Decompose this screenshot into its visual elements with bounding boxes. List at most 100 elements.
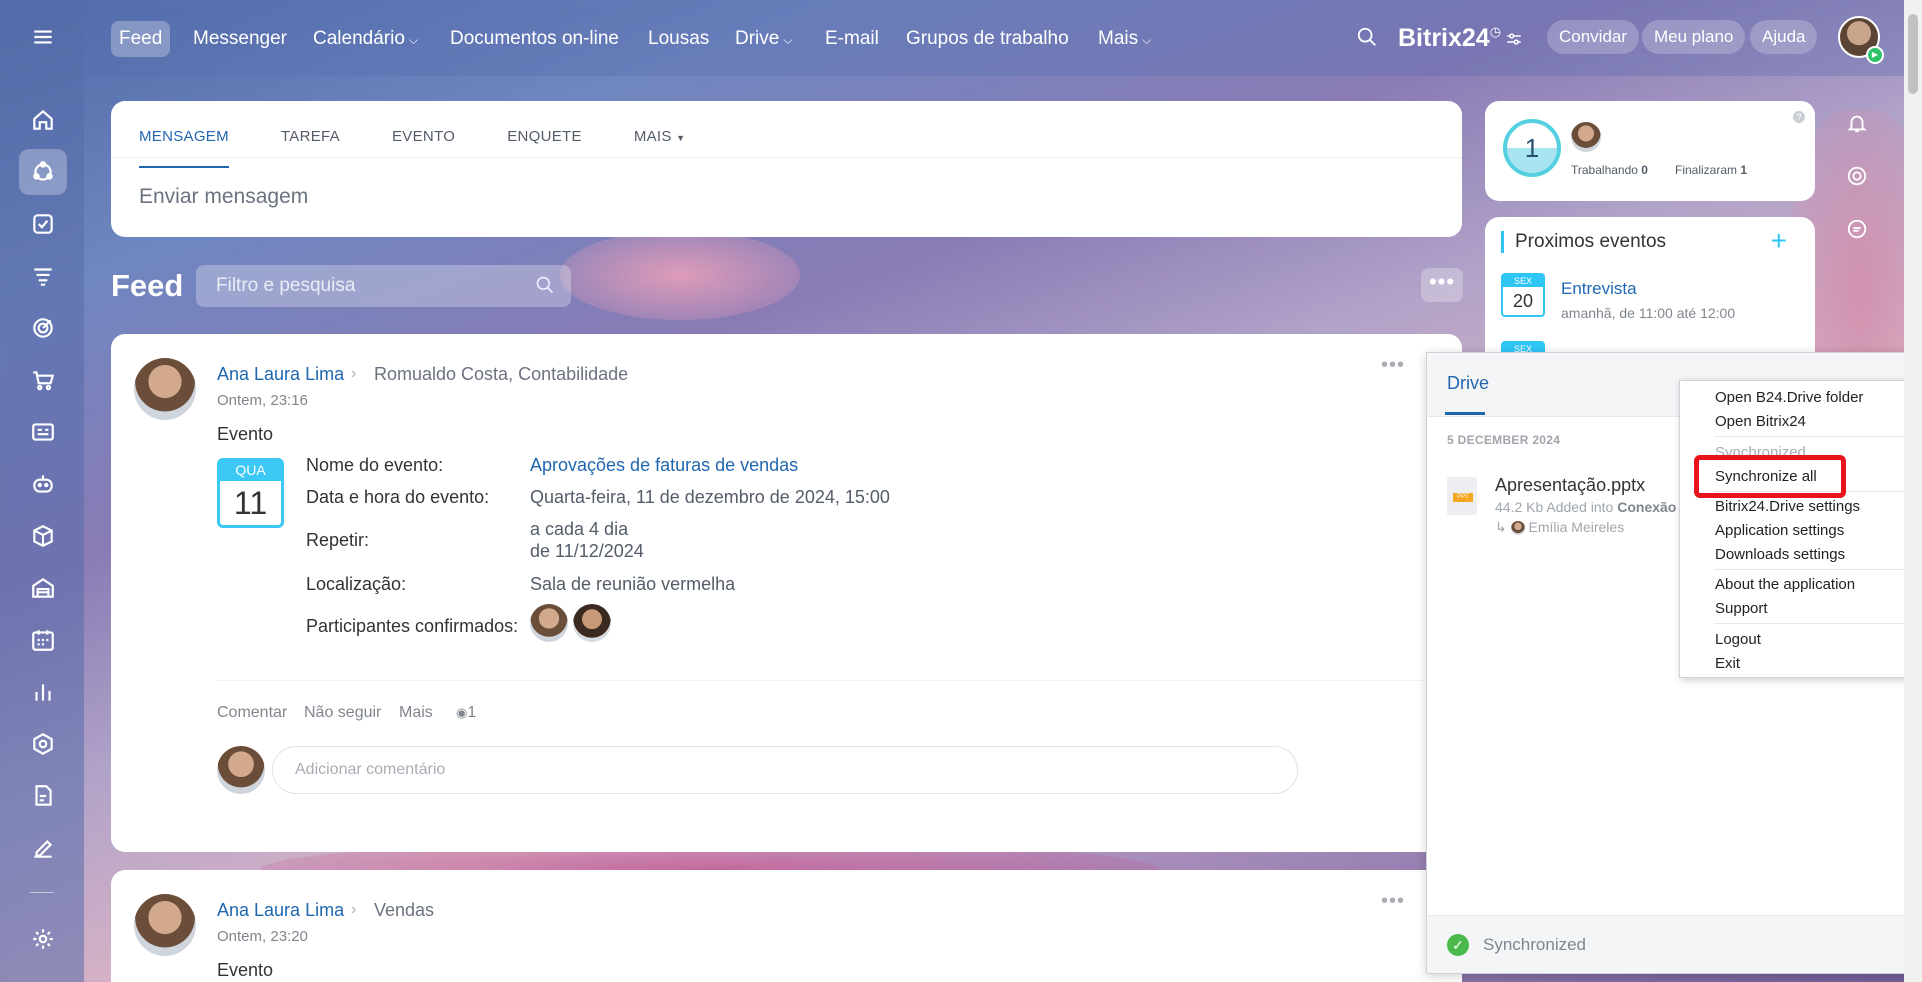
settings-icon[interactable] [19,916,67,962]
bell-icon[interactable] [1846,112,1868,134]
nav-messenger-label: Messenger [193,28,287,49]
nav-more[interactable]: Mais ⌵ [1090,21,1159,57]
post-recipients[interactable]: Romualdo Costa, Contabilidade [374,364,628,385]
menu-about[interactable]: About the application [1715,576,1855,593]
crm-icon[interactable] [19,253,67,299]
participant-avatar[interactable] [530,604,568,642]
post-type: Evento [217,960,274,980]
nav-email[interactable]: E-mail [817,21,887,57]
sign-icon[interactable] [19,825,67,871]
help-button[interactable]: Ajuda [1750,20,1818,54]
contact-card-icon[interactable] [19,409,67,455]
event-title-link[interactable]: Entrevista [1561,279,1637,299]
menu-app-settings[interactable]: Application settings [1715,522,1844,539]
menu-separator [1714,623,1914,624]
feed-more-button[interactable]: ••• [1421,268,1463,302]
chevron-right-icon: › [351,901,357,918]
participant-avatar[interactable] [573,604,611,642]
robot-icon[interactable] [19,461,67,507]
tab-more[interactable]: MAIS ▼ [634,122,686,168]
finished-value: 1 [1740,163,1748,177]
document-edit-icon[interactable] [19,773,67,819]
my-plan-button[interactable]: Meu plano [1642,20,1746,54]
menu-icon[interactable] [19,14,67,60]
nav-feed-label: Feed [119,28,163,49]
comment-link[interactable]: Comentar [217,704,287,722]
eye-icon: ◉ [456,705,468,720]
hexagon-icon[interactable] [19,721,67,767]
nav-workgroups-label: Grupos de trabalho [906,28,1069,49]
menu-drive-settings[interactable]: Bitrix24.Drive settings [1715,498,1860,515]
calendar-icon[interactable] [19,617,67,663]
target-icon[interactable] [19,305,67,351]
comment-input[interactable]: Adicionar comentário [272,746,1298,794]
brand-logo[interactable]: Bitrix24◷ [1398,24,1501,53]
nav-drive[interactable]: Drive ⌵ [727,21,800,57]
nav-documents[interactable]: Documentos on-line [442,21,627,57]
page-scrollbar[interactable] [1904,0,1922,982]
post-time[interactable]: Ontem, 23:16 [217,392,308,409]
sync-chat-icon[interactable] [1846,218,1868,240]
post-author[interactable]: Ana Laura Lima [217,900,344,921]
status-count[interactable]: 1 [1503,119,1561,177]
tab-message[interactable]: MENSAGEM [139,122,229,168]
help-icon[interactable]: ? [1793,111,1805,123]
nav-messenger[interactable]: Messenger [185,21,295,57]
search-icon[interactable] [535,275,555,295]
event-name-link[interactable]: Aprovações de faturas de vendas [530,455,798,476]
menu-logout[interactable]: Logout [1715,631,1761,648]
menu-downloads-settings[interactable]: Downloads settings [1715,546,1845,563]
drive-context-menu: Open B24.Drive folder Open Bitrix24 Sync… [1679,380,1919,678]
feed-icon[interactable] [19,149,67,195]
tab-task[interactable]: TAREFA [281,122,340,168]
post-time[interactable]: Ontem, 23:20 [217,928,308,945]
add-event-icon[interactable]: + [1771,225,1787,257]
file-folder[interactable]: Conexão [1617,499,1676,515]
badge-day: 20 [1512,291,1534,311]
author-avatar[interactable] [134,894,196,956]
tasks-icon[interactable] [19,201,67,247]
tab-poll[interactable]: ENQUETE [507,122,582,168]
post-menu-icon[interactable]: ••• [1381,354,1405,377]
feed-search-input[interactable]: Filtro e pesquisa [196,265,571,307]
file-name[interactable]: Apresentação.pptx [1495,475,1645,496]
analytics-icon[interactable] [19,669,67,715]
chevron-down-icon: ⌵ [1142,33,1152,47]
nav-workgroups[interactable]: Grupos de trabalho [898,21,1077,57]
scroll-thumb[interactable] [1908,14,1918,94]
finished-stat[interactable]: Finalizaram 1 [1675,163,1747,177]
home-icon[interactable] [19,97,67,143]
post-recipients[interactable]: Vendas [374,900,434,921]
post-author[interactable]: Ana Laura Lima [217,364,344,385]
invite-button[interactable]: Convidar [1547,20,1640,54]
more-link[interactable]: Mais [399,704,433,722]
working-stat[interactable]: Trabalhando 0 [1571,163,1648,177]
unfollow-link[interactable]: Não seguir [304,704,381,722]
search-icon[interactable] [1356,26,1378,48]
check-icon: ✓ [1447,934,1469,956]
brand-text: Bitrix24 [1398,24,1490,52]
box-icon[interactable] [19,513,67,559]
left-sidebar [0,0,84,982]
nav-calendar[interactable]: Calendário ⌵ [305,21,426,57]
menu-open-bitrix[interactable]: Open Bitrix24 [1715,413,1806,430]
cart-icon[interactable] [19,357,67,403]
menu-support[interactable]: Support [1715,600,1768,617]
message-input[interactable]: Enviar mensagem [139,185,308,209]
menu-open-folder[interactable]: Open B24.Drive folder [1715,389,1863,406]
filter-settings-icon[interactable] [1505,30,1523,48]
caret-down-icon: ▼ [676,133,686,143]
tab-event[interactable]: EVENTO [392,122,455,168]
author-avatar[interactable] [134,358,196,420]
copilot-icon[interactable] [1846,165,1868,187]
event-location-label: Localização: [306,574,407,594]
drive-tab[interactable]: Drive [1447,373,1489,394]
feed-title: Feed [111,268,184,303]
nav-boards[interactable]: Lousas [640,21,717,57]
post-menu-icon[interactable]: ••• [1381,890,1405,913]
file-meta: 44.2 Kb Added into Conexão [1495,499,1676,515]
nav-feed[interactable]: Feed [111,21,171,57]
menu-exit[interactable]: Exit [1715,655,1740,672]
clock-icon: ◷ [1489,24,1502,39]
warehouse-icon[interactable] [19,565,67,611]
